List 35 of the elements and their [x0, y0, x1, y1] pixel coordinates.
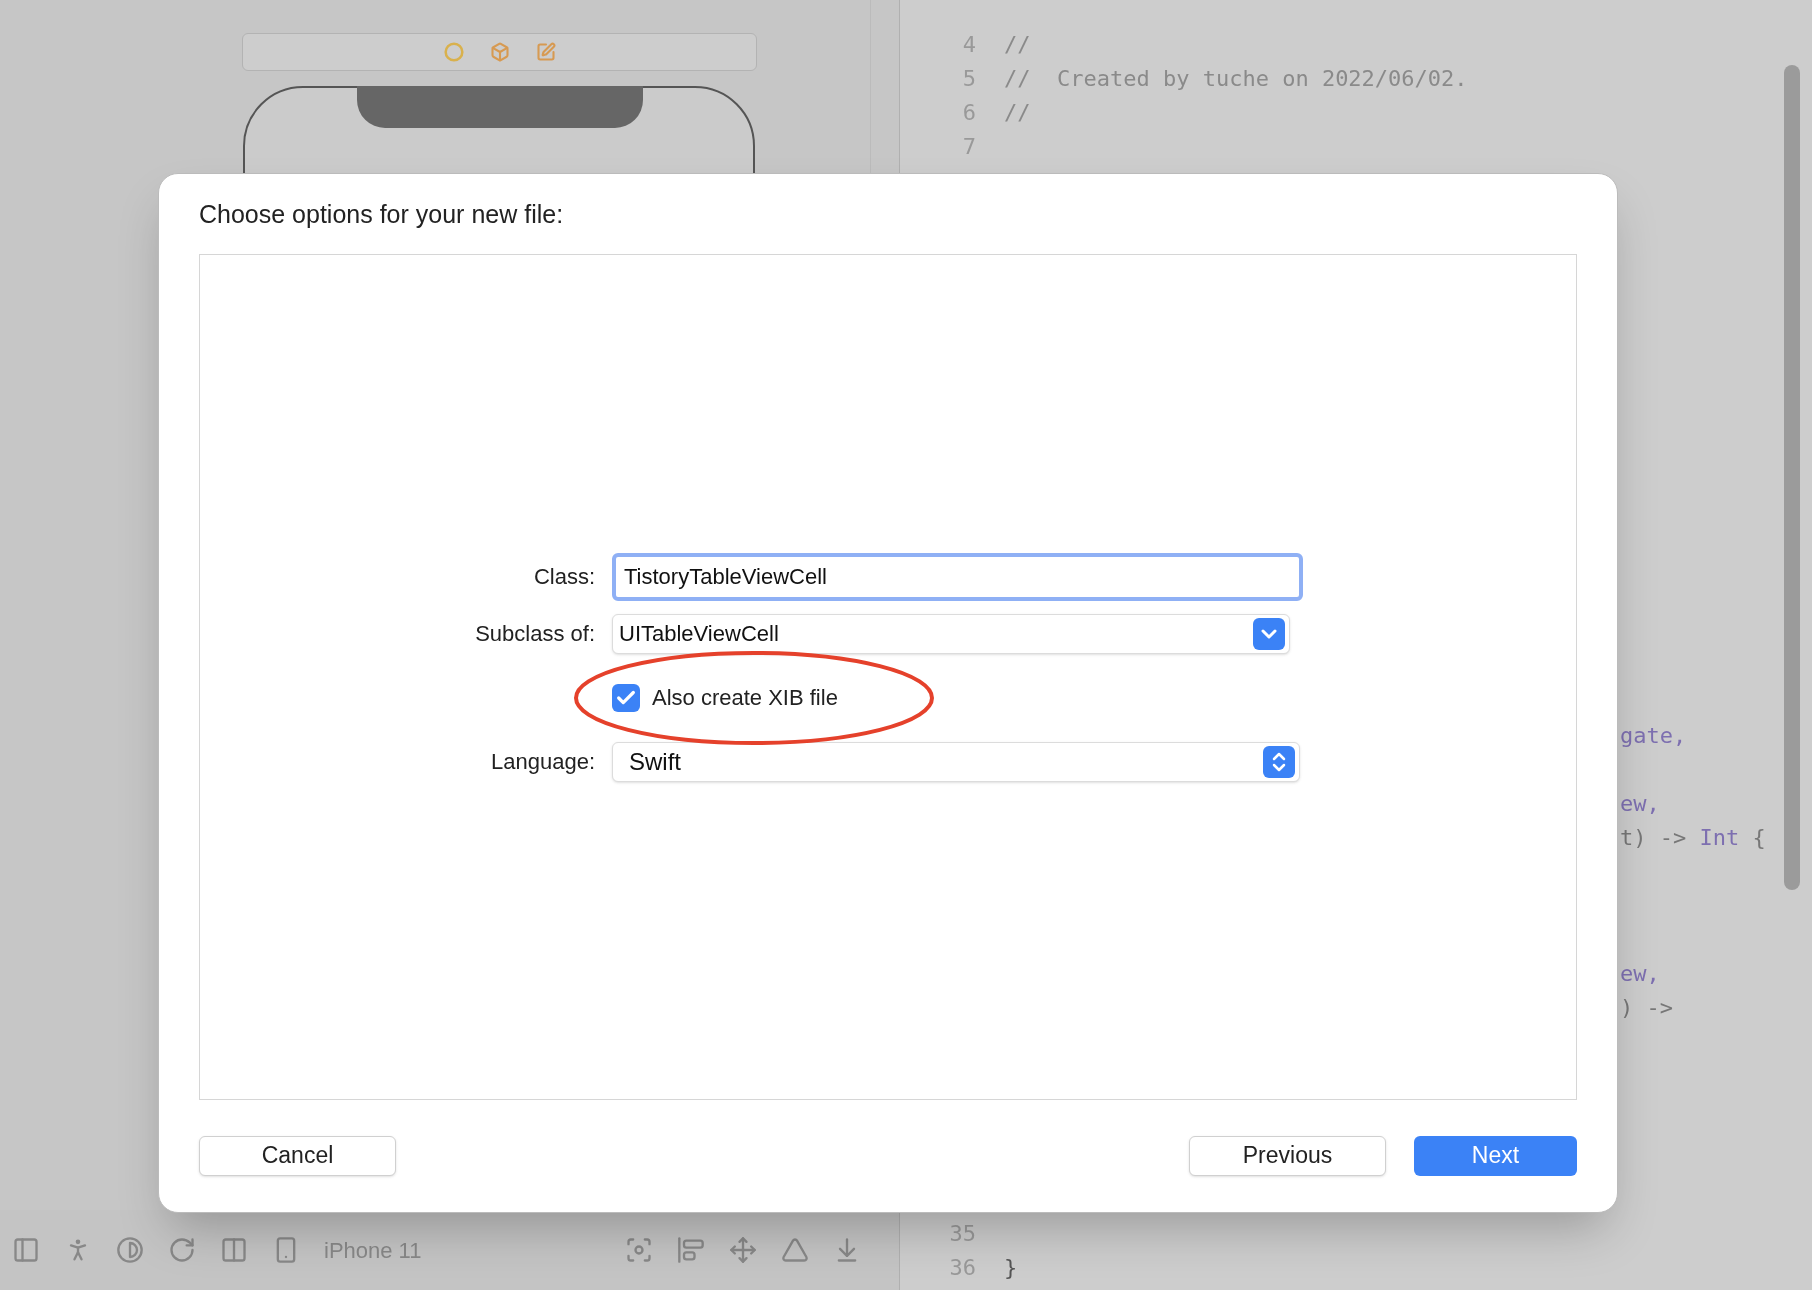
dialog-title: Choose options for your new file: [199, 199, 565, 230]
dialog-button[interactable]: Previous [1189, 1135, 1386, 1176]
field-label: Language: [490, 748, 596, 776]
chevron-down-icon [1253, 617, 1285, 650]
checkbox-label: Also create XIB file [652, 684, 838, 712]
code-line: t) -> Int { [1620, 823, 1766, 852]
rotate-icon[interactable] [168, 1236, 196, 1264]
code-line: } [1004, 1253, 1018, 1282]
popup-field[interactable]: Swift [612, 741, 1300, 782]
field-label: Class: [532, 563, 596, 591]
field-label: Subclass of: [474, 620, 596, 648]
code-line: // [1004, 98, 1031, 127]
scrollbar[interactable] [1784, 65, 1800, 890]
contrast-icon[interactable] [116, 1236, 144, 1264]
focus-icon[interactable] [625, 1236, 654, 1264]
stepper-icon [1263, 745, 1295, 778]
code-line: ew, [1620, 789, 1660, 818]
move-icon[interactable] [729, 1236, 758, 1264]
class-field[interactable]: TistoryTableViewCell [612, 552, 1303, 601]
code-line: // Created by tuche on 2022/06/02. [1004, 64, 1468, 93]
columns-icon[interactable] [220, 1236, 248, 1264]
code-line: gate, [1620, 721, 1687, 750]
code-line: ) -> [1620, 993, 1673, 1022]
checkbox[interactable] [612, 683, 640, 712]
cube-icon[interactable] [489, 42, 510, 62]
triangle-icon[interactable] [781, 1236, 810, 1264]
code-line: ew, [1620, 959, 1660, 988]
circle-icon[interactable] [443, 42, 464, 62]
popup-field[interactable]: UITableViewCell [612, 613, 1290, 654]
align-icon[interactable] [677, 1236, 706, 1264]
square-icon[interactable] [535, 42, 556, 62]
next-button[interactable]: Next [1414, 1135, 1577, 1176]
code-line: // [1004, 30, 1031, 59]
panel-icon[interactable] [12, 1236, 40, 1264]
dialog-button[interactable]: Cancel [199, 1135, 396, 1176]
